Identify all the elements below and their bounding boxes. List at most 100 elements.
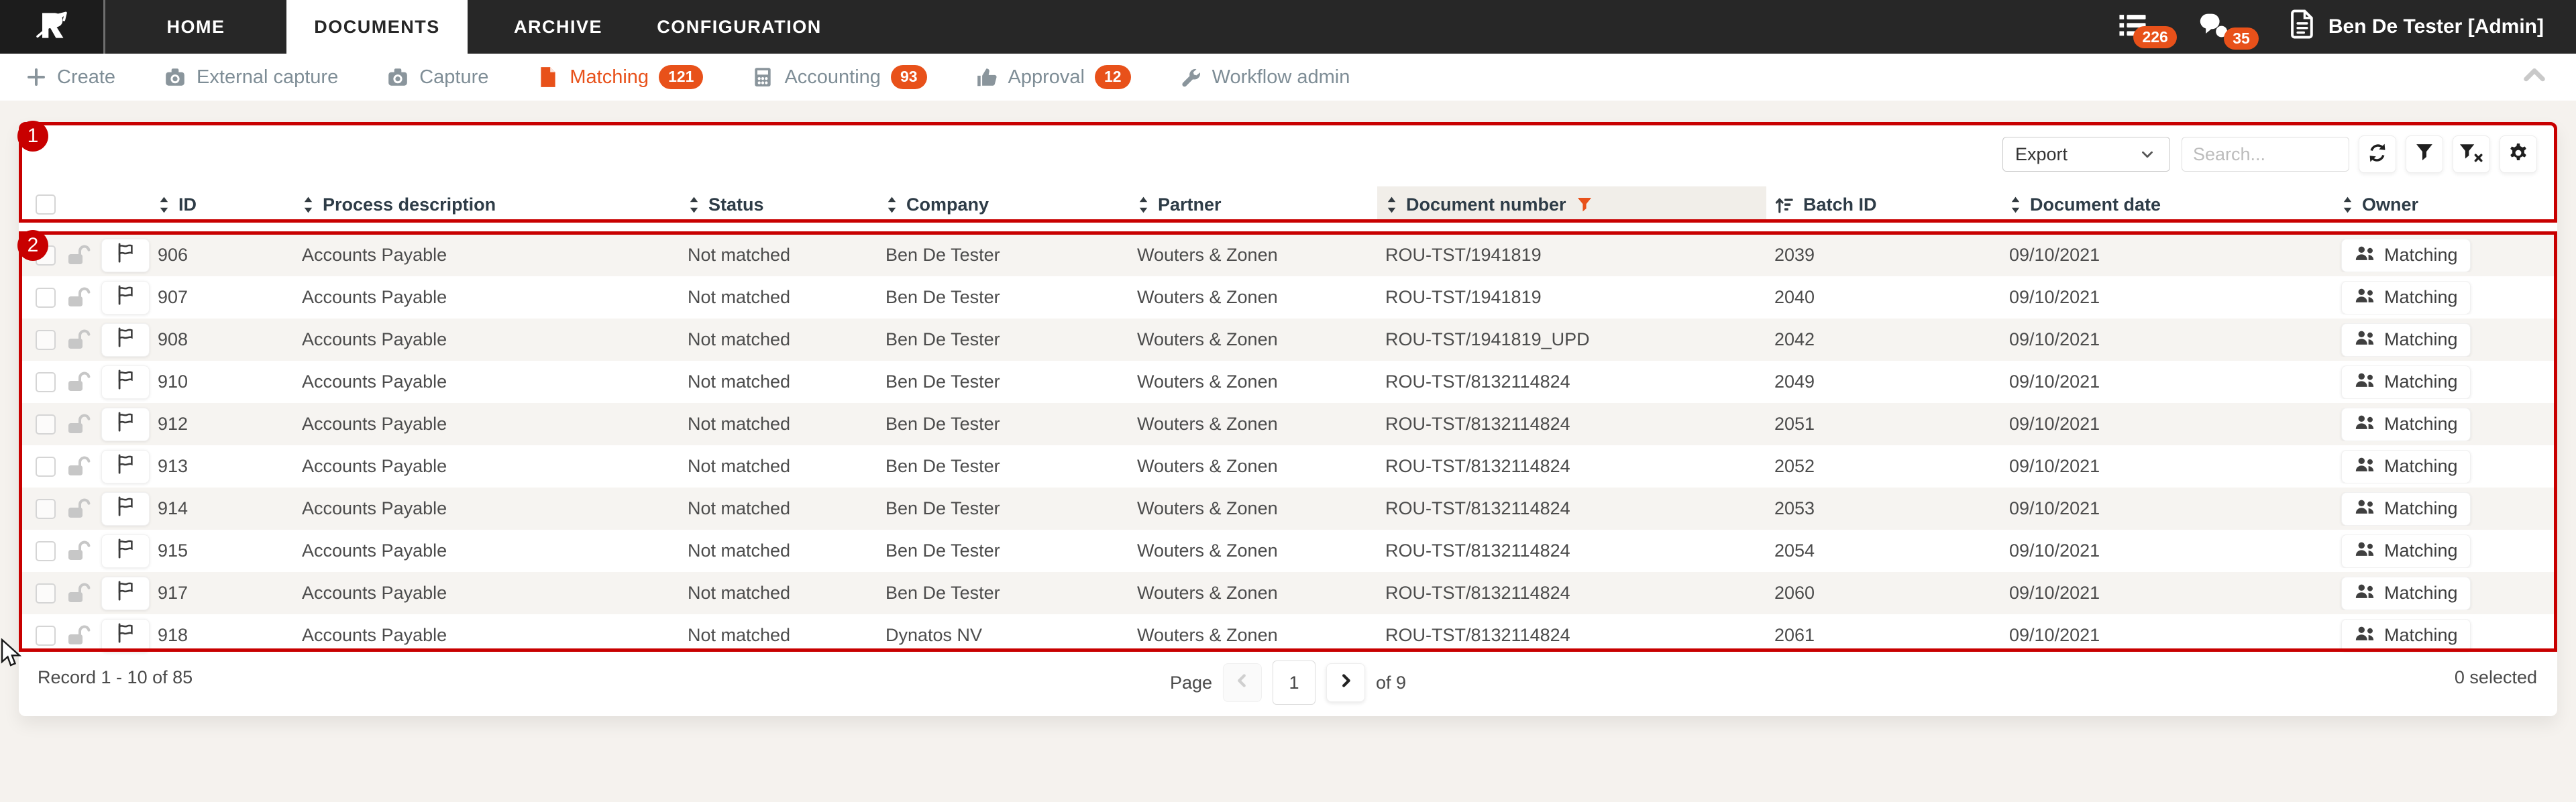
row-checkbox[interactable]	[36, 371, 56, 392]
owner-button[interactable]: Matching	[2341, 280, 2471, 314]
clear-filter-button[interactable]	[2453, 135, 2490, 173]
column-header-process-description[interactable]: Process description	[294, 186, 680, 223]
flag-button[interactable]	[101, 280, 150, 314]
sort-icon[interactable]	[158, 195, 170, 215]
owner-button[interactable]: Matching	[2341, 238, 2471, 272]
sort-icon[interactable]	[688, 195, 700, 215]
filter-icon	[2416, 143, 2433, 166]
refresh-button[interactable]	[2359, 135, 2396, 173]
external-capture-button[interactable]: External capture	[164, 66, 338, 89]
sort-icon[interactable]	[1137, 195, 1150, 215]
capture-button[interactable]: Capture	[386, 66, 488, 89]
active-filter-icon[interactable]	[1577, 196, 1592, 213]
flag-button[interactable]	[101, 365, 150, 399]
task-list-button[interactable]: 226	[2118, 13, 2177, 48]
column-header-company[interactable]: Company	[877, 186, 1129, 223]
nav-right: 226 35 Ben De Tester [Admin]	[2118, 0, 2576, 54]
column-header-document-date[interactable]: Document date	[2001, 186, 2333, 223]
search-input[interactable]	[2182, 137, 2349, 172]
select-all-checkbox[interactable]	[36, 194, 56, 215]
tab-configuration[interactable]: CONFIGURATION	[649, 0, 830, 54]
sort-ascending-icon[interactable]	[1774, 195, 1795, 215]
table-row[interactable]: 907 Accounts Payable Not matched Ben De …	[19, 276, 2557, 319]
plus-icon	[25, 66, 47, 88]
row-checkbox[interactable]	[36, 456, 56, 477]
flag-button[interactable]	[101, 323, 150, 357]
table-row[interactable]: 906 Accounts Payable Not matched Ben De …	[19, 234, 2557, 276]
app-logo[interactable]	[0, 0, 105, 54]
page-number-input[interactable]	[1273, 661, 1316, 705]
sort-icon[interactable]	[885, 195, 898, 215]
matching-label: Matching	[570, 66, 649, 88]
flag-button[interactable]	[101, 576, 150, 610]
table-row[interactable]: 908 Accounts Payable Not matched Ben De …	[19, 319, 2557, 361]
owner-button[interactable]: Matching	[2341, 365, 2471, 399]
flag-button[interactable]	[101, 407, 150, 441]
cell-status: Not matched	[688, 371, 791, 392]
matching-tab[interactable]: Matching 121	[537, 65, 704, 89]
sort-icon[interactable]	[2009, 195, 2022, 215]
filter-button[interactable]	[2406, 135, 2443, 173]
owner-button[interactable]: Matching	[2341, 618, 2471, 652]
row-checkbox[interactable]	[36, 583, 56, 604]
row-checkbox[interactable]	[36, 329, 56, 350]
users-icon	[2354, 456, 2375, 477]
flag-button[interactable]	[101, 618, 150, 652]
cell-batch-id: 2040	[1774, 287, 1815, 307]
approval-tab[interactable]: Approval 12	[975, 65, 1131, 89]
cell-partner: Wouters & Zonen	[1137, 287, 1278, 307]
workflow-admin-button[interactable]: Workflow admin	[1179, 66, 1350, 89]
sort-icon[interactable]	[1385, 195, 1398, 215]
chevron-left-icon	[1232, 671, 1252, 695]
row-checkbox[interactable]	[36, 498, 56, 519]
owner-button[interactable]: Matching	[2341, 492, 2471, 526]
next-page-button[interactable]	[1326, 663, 1366, 702]
column-label: Status	[708, 194, 764, 215]
cell-document-date: 09/10/2021	[2009, 583, 2100, 603]
sort-icon[interactable]	[2341, 195, 2354, 215]
sort-icon[interactable]	[302, 195, 315, 215]
flag-button[interactable]	[101, 534, 150, 568]
column-header-id[interactable]: ID	[150, 186, 294, 223]
collapse-toolbar-button[interactable]	[2520, 60, 2549, 95]
table-row[interactable]: 910 Accounts Payable Not matched Ben De …	[19, 361, 2557, 403]
table-row[interactable]: 917 Accounts Payable Not matched Ben De …	[19, 572, 2557, 614]
flag-button[interactable]	[101, 449, 150, 483]
owner-button[interactable]: Matching	[2341, 449, 2471, 483]
export-dropdown[interactable]: Export	[2002, 137, 2170, 172]
table-row[interactable]: 913 Accounts Payable Not matched Ben De …	[19, 445, 2557, 488]
row-checkbox[interactable]	[36, 287, 56, 308]
owner-button[interactable]: Matching	[2341, 323, 2471, 357]
column-header-owner[interactable]: Owner	[2333, 186, 2557, 223]
flag-button[interactable]	[101, 492, 150, 526]
row-checkbox[interactable]	[36, 625, 56, 646]
table-row[interactable]: 912 Accounts Payable Not matched Ben De …	[19, 403, 2557, 445]
owner-button[interactable]: Matching	[2341, 534, 2471, 568]
accounting-tab[interactable]: Accounting 93	[751, 65, 927, 89]
owner-button[interactable]: Matching	[2341, 407, 2471, 441]
messages-button[interactable]: 35	[2197, 11, 2259, 50]
table-settings-button[interactable]	[2500, 135, 2537, 173]
cell-id: 906	[158, 245, 189, 265]
column-header-partner[interactable]: Partner	[1129, 186, 1377, 223]
table-row[interactable]: 914 Accounts Payable Not matched Ben De …	[19, 488, 2557, 530]
column-header-status[interactable]: Status	[680, 186, 877, 223]
tab-home[interactable]: HOME	[105, 0, 286, 54]
owner-button[interactable]: Matching	[2341, 576, 2471, 610]
export-label: Export	[2015, 144, 2068, 164]
cell-document-date: 09/10/2021	[2009, 287, 2100, 307]
user-menu[interactable]: Ben De Tester [Admin]	[2288, 9, 2544, 45]
flag-button[interactable]	[101, 238, 150, 272]
row-checkbox[interactable]	[36, 245, 56, 266]
table-row[interactable]: 918 Accounts Payable Not matched Dynatos…	[19, 614, 2557, 656]
table-row[interactable]: 915 Accounts Payable Not matched Ben De …	[19, 530, 2557, 572]
tab-documents[interactable]: DOCUMENTS	[286, 0, 468, 54]
row-checkbox[interactable]	[36, 414, 56, 435]
column-header-batch-id[interactable]: Batch ID	[1766, 186, 2001, 223]
row-checkbox[interactable]	[36, 540, 56, 561]
cell-process-description: Accounts Payable	[302, 540, 447, 561]
tab-archive[interactable]: ARCHIVE	[468, 0, 649, 54]
column-header-document-number[interactable]: Document number	[1377, 186, 1766, 223]
create-button[interactable]: Create	[25, 66, 115, 89]
previous-page-button[interactable]	[1223, 663, 1263, 702]
